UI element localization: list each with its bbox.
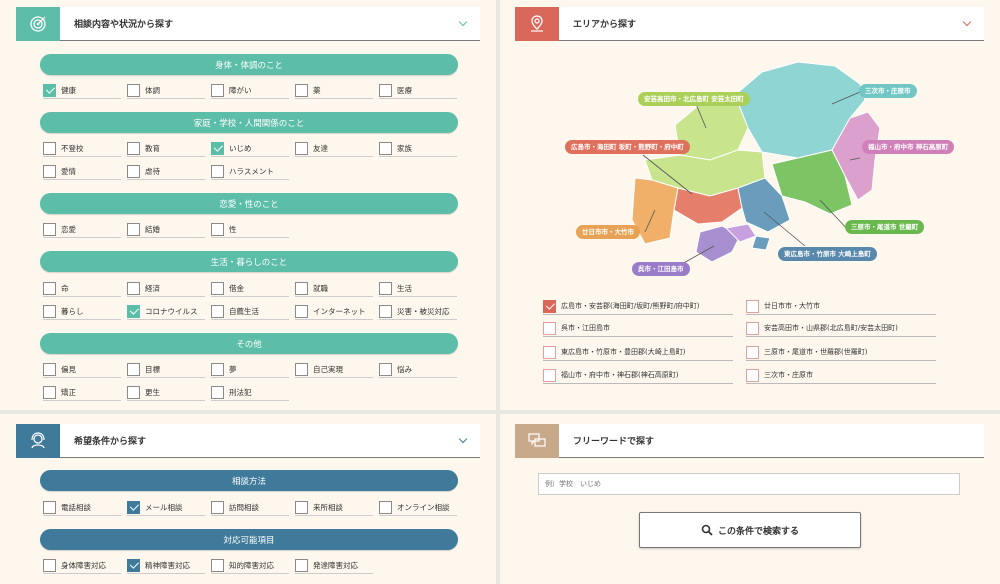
checkbox-criminal[interactable]: 刑法犯: [211, 384, 289, 401]
area-checkbox-miyoshi[interactable]: 三次市・庄原市: [746, 367, 936, 384]
checkbox-self-life[interactable]: 自薦生活: [211, 303, 289, 320]
category-body[interactable]: 身体・体調のこと: [40, 54, 458, 75]
freeword-header: フリーワードで探す: [515, 423, 984, 458]
checkbox-visit[interactable]: 訪問相談: [211, 499, 289, 516]
checkbox-intellectual-disability[interactable]: 知的障害対応: [211, 557, 289, 574]
target-icon: [16, 6, 60, 41]
checkbox-rehabilitation[interactable]: 更生: [127, 384, 205, 401]
checkbox-friends[interactable]: 友達: [295, 140, 373, 157]
consult-title: 相談内容や状況から探す: [74, 20, 174, 30]
checkbox-romance[interactable]: 恋愛: [43, 221, 121, 238]
area-checkbox-mihara[interactable]: 三原市・尾道市・世羅郡(世羅町): [746, 344, 936, 361]
freeword-panel: フリーワードで探す この条件で検索する: [500, 414, 1000, 584]
area-checkbox-fukuyama[interactable]: 福山市・府中市・神石郡(神石高原町): [543, 367, 733, 384]
checkbox-self-realization[interactable]: 自己実現: [295, 361, 373, 378]
checkbox-economy[interactable]: 経済: [127, 280, 205, 297]
checkbox-love[interactable]: 愛情: [43, 163, 121, 180]
consult-panel: 相談内容や状況から探す 身体・体調のこと 健康 体調 障がい 薬 医療 家庭・学…: [0, 0, 496, 410]
wish-title: 希望条件から探す: [74, 437, 147, 447]
checkbox-goal[interactable]: 目標: [127, 361, 205, 378]
wish-panel: 希望条件から探す 相談方法 電話相談 メール相談 訪問相談 来所相談 オンライン…: [0, 414, 496, 584]
checkbox-prejudice[interactable]: 偏見: [43, 361, 121, 378]
checkbox-disaster[interactable]: 災害・被災対応: [379, 303, 457, 320]
checkbox-coronavirus[interactable]: コロナウイルス: [127, 303, 205, 320]
checkbox-daily-life[interactable]: 暮らし: [43, 303, 121, 320]
checkbox-physical-disability[interactable]: 身体障害対応: [43, 557, 121, 574]
checkbox-medicine[interactable]: 薬: [295, 82, 373, 99]
category-method[interactable]: 相談方法: [40, 470, 458, 491]
checkbox-marriage[interactable]: 結婚: [127, 221, 205, 238]
freeword-title: フリーワードで探す: [573, 437, 655, 447]
category-life[interactable]: 生活・暮らしのこと: [40, 251, 458, 272]
search-button[interactable]: この条件で検索する: [639, 512, 861, 548]
checkbox-abuse[interactable]: 虐待: [127, 163, 205, 180]
map-label-higashihiroshima[interactable]: 東広島市・竹原市 大崎上島町: [778, 247, 877, 262]
checkbox-debt[interactable]: 借金: [211, 280, 289, 297]
checkbox-health[interactable]: 健康: [43, 82, 121, 99]
area-checkbox-higashihiroshima[interactable]: 東広島市・竹原市・豊田郡(大崎上島町): [543, 344, 733, 361]
checkbox-life[interactable]: 命: [43, 280, 121, 297]
wish-header[interactable]: 希望条件から探す: [16, 423, 480, 458]
checkbox-disability[interactable]: 障がい: [211, 82, 289, 99]
checkbox-sex[interactable]: 性: [211, 221, 289, 238]
chevron-down-icon: [458, 434, 468, 443]
checkbox-developmental-disability[interactable]: 発達障害対応: [295, 557, 373, 574]
map-label-akitakata[interactable]: 安芸高田市・北広島町 安芸太田町: [638, 92, 750, 107]
checkbox-internet[interactable]: インターネット: [295, 303, 373, 320]
chevron-down-icon: [458, 17, 468, 26]
area-panel: エリアから探す 安芸高田市・北広島町 安芸太田町 三次市・庄原市 広島市・海田町…: [500, 0, 1000, 410]
freeword-input[interactable]: [538, 473, 960, 495]
checkbox-harassment[interactable]: ハラスメント: [211, 163, 289, 180]
category-other[interactable]: その他: [40, 333, 458, 354]
area-checkbox-hiroshima[interactable]: 広島市・安芸郡(海田町/坂町/熊野町/府中町): [543, 298, 733, 315]
map-region-osakikamijima[interactable]: [751, 235, 771, 251]
area-checkbox-akitakata[interactable]: 安芸高田市・山県郡(北広島町/安芸太田町): [746, 320, 936, 337]
checkbox-medical[interactable]: 医療: [379, 82, 457, 99]
map-label-mihara[interactable]: 三原市・尾道市 世羅町: [845, 220, 925, 235]
category-romance[interactable]: 恋愛・性のこと: [40, 193, 458, 214]
consult-header[interactable]: 相談内容や状況から探す: [16, 6, 480, 41]
map-label-fukuyama[interactable]: 福山市・府中市 神石高原町: [862, 140, 955, 155]
checkbox-family[interactable]: 家族: [379, 140, 457, 157]
checkbox-correction[interactable]: 矯正: [43, 384, 121, 401]
area-checkbox-hatsukaichi[interactable]: 廿日市市・大竹市: [746, 298, 936, 315]
checkbox-bullying[interactable]: いじめ: [211, 140, 289, 157]
category-family[interactable]: 家庭・学校・人間関係のこと: [40, 112, 458, 133]
map-label-hiroshima[interactable]: 広島市・海田町 坂町・熊野町・府中町: [565, 140, 690, 155]
checkbox-truancy[interactable]: 不登校: [43, 140, 121, 157]
search-icon: [701, 524, 713, 536]
checkbox-mail[interactable]: メール相談: [127, 499, 205, 516]
area-checkbox-kure[interactable]: 呉市・江田島市: [543, 320, 733, 337]
checkbox-employment[interactable]: 就職: [295, 280, 373, 297]
chat-bubbles-icon: [515, 423, 559, 458]
checkbox-phone[interactable]: 電話相談: [43, 499, 121, 516]
support-person-icon: [16, 423, 60, 458]
checkbox-condition[interactable]: 体調: [127, 82, 205, 99]
checkbox-worry[interactable]: 悩み: [379, 361, 457, 378]
checkbox-education[interactable]: 教育: [127, 140, 205, 157]
checkbox-dream[interactable]: 夢: [211, 361, 289, 378]
map-label-miyoshi[interactable]: 三次市・庄原市: [859, 84, 917, 99]
checkbox-living[interactable]: 生活: [379, 280, 457, 297]
search-button-label: この条件で検索する: [717, 526, 799, 537]
map-label-hatsukaichi[interactable]: 廿日市市・大竹市: [576, 225, 640, 240]
checkbox-walkin[interactable]: 来所相談: [295, 499, 373, 516]
category-support[interactable]: 対応可能項目: [40, 529, 458, 550]
checkbox-mental-disability[interactable]: 精神障害対応: [127, 557, 205, 574]
map-label-kure[interactable]: 呉市・江田島市: [632, 262, 690, 277]
checkbox-online[interactable]: オンライン相談: [379, 499, 457, 516]
